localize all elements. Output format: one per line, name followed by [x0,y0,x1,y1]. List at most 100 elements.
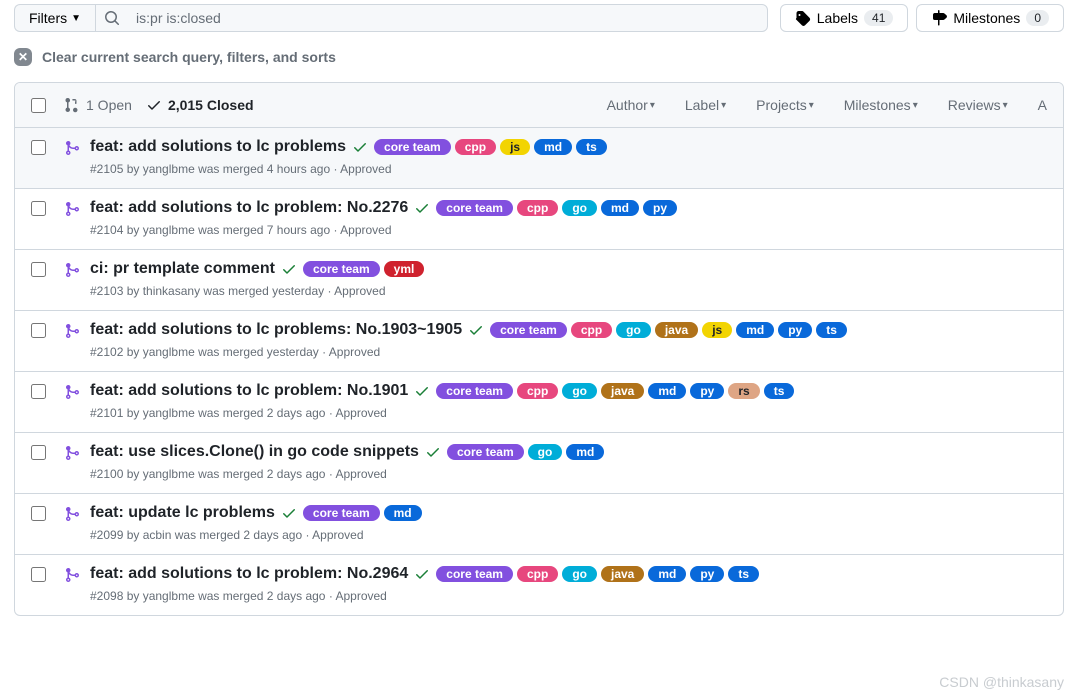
pr-row: feat: add solutions to lc problem: No.29… [15,555,1063,615]
row-checkbox[interactable] [31,262,46,277]
status-check-icon[interactable] [414,566,430,582]
caret-down-icon: ▼ [71,13,81,24]
pr-label[interactable]: md [534,139,572,155]
pr-title-link[interactable]: ci: pr template comment [90,260,275,278]
pr-meta: #2100 by yanglbme was merged 2 days ago … [90,467,1047,481]
pr-label[interactable]: ts [576,139,607,155]
pr-label[interactable]: java [655,322,698,338]
pr-label[interactable]: core team [436,383,513,399]
select-all-checkbox[interactable] [31,98,46,113]
pr-label[interactable]: md [648,566,686,582]
pr-label[interactable]: ts [764,383,795,399]
pr-label[interactable]: go [562,383,597,399]
pr-label[interactable]: ts [728,566,759,582]
pr-label[interactable]: core team [436,200,513,216]
pr-label[interactable]: md [601,200,639,216]
pr-row: feat: add solutions to lc problems core t… [15,128,1063,189]
pr-label[interactable]: core team [374,139,451,155]
row-checkbox[interactable] [31,201,46,216]
filter-author[interactable]: Author▾ [607,97,655,113]
pr-label[interactable]: js [702,322,732,338]
pr-title-link[interactable]: feat: add solutions to lc problem: No.19… [90,382,408,400]
pr-label[interactable]: java [601,383,644,399]
row-checkbox[interactable] [31,323,46,338]
pr-label[interactable]: rs [728,383,759,399]
pr-label[interactable]: md [566,444,604,460]
pr-label[interactable]: cpp [455,139,496,155]
status-check-icon[interactable] [281,261,297,277]
status-check-icon[interactable] [281,505,297,521]
filter-reviews[interactable]: Reviews▾ [948,97,1008,113]
pr-meta: #2105 by yanglbme was merged 4 hours ago… [90,162,1047,176]
pr-label[interactable]: yml [384,261,425,277]
pr-label[interactable]: js [500,139,530,155]
pr-label[interactable]: go [616,322,651,338]
pr-label[interactable]: core team [303,261,380,277]
pr-label[interactable]: md [384,505,422,521]
caret-down-icon: ▾ [913,100,918,111]
merged-icon [64,506,80,542]
pr-label[interactable]: py [778,322,812,338]
pr-label[interactable]: go [528,444,563,460]
filter-projects[interactable]: Projects▾ [756,97,814,113]
status-check-icon[interactable] [414,383,430,399]
filter-label[interactable]: Label▾ [685,97,726,113]
status-check-icon[interactable] [468,322,484,338]
closed-count: 2,015 Closed [168,97,254,113]
merged-icon [64,323,80,359]
merged-icon [64,140,80,176]
row-checkbox[interactable] [31,140,46,155]
pr-label[interactable]: core team [490,322,567,338]
open-tab[interactable]: 1 Open [64,97,132,113]
pr-row: feat: add solutions to lc problem: No.22… [15,189,1063,250]
pr-label[interactable]: core team [436,566,513,582]
milestones-count: 0 [1026,10,1049,26]
pr-label[interactable]: go [562,566,597,582]
row-checkbox[interactable] [31,384,46,399]
pr-label[interactable]: go [562,200,597,216]
pr-label[interactable]: ts [816,322,847,338]
pr-label[interactable]: py [690,383,724,399]
pr-label[interactable]: core team [447,444,524,460]
check-icon [146,97,162,113]
row-checkbox[interactable] [31,567,46,582]
pr-label[interactable]: md [736,322,774,338]
pr-label[interactable]: java [601,566,644,582]
pr-open-icon [64,97,80,113]
filters-button[interactable]: Filters ▼ [14,4,95,32]
pr-label[interactable]: py [690,566,724,582]
pr-title-link[interactable]: feat: add solutions to lc problem: No.29… [90,565,408,583]
pr-title-link[interactable]: feat: add solutions to lc problem: No.22… [90,199,408,217]
milestones-button[interactable]: Milestones 0 [916,4,1064,32]
filter-milestones[interactable]: Milestones▾ [844,97,918,113]
pr-label[interactable]: py [643,200,677,216]
filter-a[interactable]: A [1038,97,1047,113]
tag-icon [795,10,811,26]
caret-down-icon: ▾ [809,100,814,111]
pr-title-link[interactable]: feat: update lc problems [90,504,275,522]
labels-button[interactable]: Labels 41 [780,4,909,32]
pr-label[interactable]: cpp [517,200,558,216]
pr-label[interactable]: core team [303,505,380,521]
labels-group: core teammd [303,505,422,521]
labels-group: core teamcppjsmdts [374,139,607,155]
status-check-icon[interactable] [352,139,368,155]
header-filters: Author▾ Label▾ Projects▾ Milestones▾ Reviews… [607,97,1047,113]
row-checkbox[interactable] [31,445,46,460]
pr-label[interactable]: cpp [517,566,558,582]
watermark: CSDN @thinkasany [939,674,1064,690]
row-checkbox[interactable] [31,506,46,521]
status-check-icon[interactable] [425,444,441,460]
pr-title-link[interactable]: feat: add solutions to lc problems: No.1… [90,321,462,339]
pr-label[interactable]: md [648,383,686,399]
closed-tab[interactable]: 2,015 Closed [146,97,254,113]
status-check-icon[interactable] [414,200,430,216]
pr-title-link[interactable]: feat: use slices.Clone() in go code snip… [90,443,419,461]
pr-meta: #2104 by yanglbme was merged 7 hours ago… [90,223,1047,237]
pr-label[interactable]: cpp [517,383,558,399]
pr-row: ci: pr template commentcore teamyml#2103… [15,250,1063,311]
pr-title-link[interactable]: feat: add solutions to lc problems [90,138,346,156]
search-input[interactable] [128,5,767,31]
clear-search-button[interactable]: ✕ Clear current search query, filters, a… [14,48,1064,66]
pr-label[interactable]: cpp [571,322,612,338]
